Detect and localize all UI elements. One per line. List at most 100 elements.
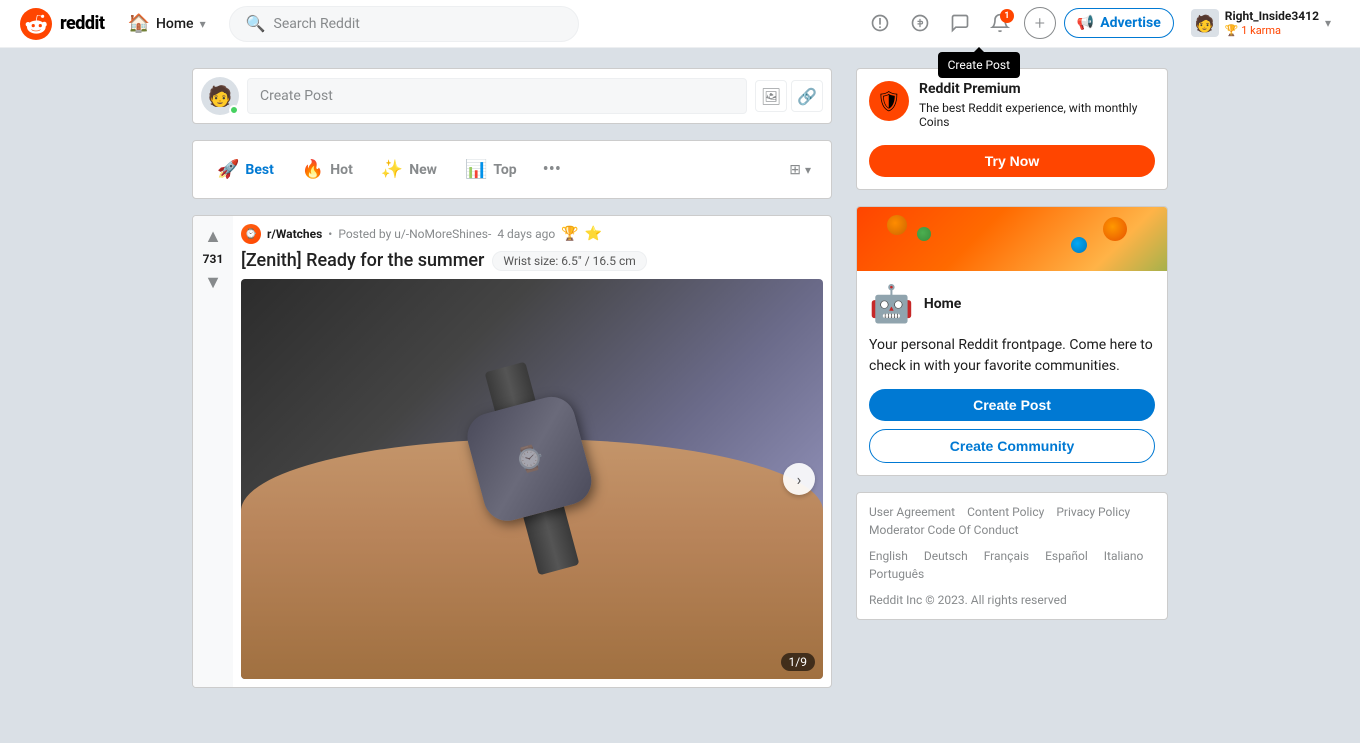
username: Right_Inside3412 [1225, 9, 1319, 25]
sort-more-button[interactable]: ••• [533, 151, 571, 188]
create-post-box: 🧑 Create Post 🖼 🔗 [192, 68, 832, 124]
post-media-icons: 🖼 🔗 [755, 80, 823, 112]
premium-card: 🛡 Reddit Premium The best Reddit experie… [856, 68, 1168, 190]
create-plus-button[interactable]: + [1024, 7, 1056, 39]
sidebar-create-post-button[interactable]: Create Post [869, 389, 1155, 421]
home-nav[interactable]: 🏠 Home ▾ [117, 6, 217, 41]
award-1: 🏆 [561, 226, 578, 242]
search-icon: 🔍 [246, 14, 266, 33]
chat-icon[interactable] [944, 7, 976, 39]
post-body: ⌚ r/Watches • Posted by u/-NoMoreShines-… [233, 216, 831, 687]
tab-new-label: New [409, 162, 437, 178]
notification-badge: 1 [1000, 9, 1014, 23]
home-card: 🤖 Home Your personal Reddit frontpage. C… [856, 206, 1168, 476]
planet-3 [1103, 217, 1127, 241]
advertise-label: Advertise [1100, 15, 1161, 31]
create-post-placeholder: Create Post [260, 88, 333, 104]
image-upload-button[interactable]: 🖼 [755, 80, 787, 112]
header-icons: 1 + 📢 Advertise 🧑 Right_Inside3412 🏆 1 k… [864, 4, 1340, 44]
sidebar-create-community-button[interactable]: Create Community [869, 429, 1155, 463]
try-now-button[interactable]: Try Now [869, 145, 1155, 177]
subreddit-link[interactable]: r/Watches [267, 227, 322, 241]
lang-english[interactable]: English [869, 549, 908, 563]
home-card-banner [857, 207, 1167, 271]
post-card: ▲ 731 ▼ ⌚ r/Watches • Posted by u/-NoMor… [192, 215, 832, 688]
tab-hot[interactable]: 🔥 Hot [290, 151, 365, 188]
avatar: 🧑 [1191, 9, 1219, 37]
karma-count: 🏆 1 karma [1225, 24, 1319, 38]
tab-new[interactable]: ✨ New [369, 151, 449, 188]
advertise-button[interactable]: 📢 Advertise [1064, 8, 1174, 38]
header: reddit 🏠 Home ▾ 🔍 Search Reddit 1 + 📢 Ad… [0, 0, 1360, 48]
planet-1 [887, 215, 907, 235]
tab-hot-label: Hot [330, 162, 353, 178]
megaphone-icon: 📢 [1077, 15, 1094, 31]
new-icon: ✨ [381, 159, 403, 180]
tab-top-label: Top [493, 162, 516, 178]
premium-card-body: 🛡 Reddit Premium The best Reddit experie… [857, 69, 1167, 141]
watch-dial: ⌚ [474, 404, 584, 514]
lang-italiano[interactable]: Italiano [1104, 549, 1144, 563]
vote-column: ▲ 731 ▼ [193, 216, 233, 687]
watch-band-bottom [523, 507, 579, 576]
downvote-button[interactable]: ▼ [201, 270, 225, 294]
logo-text: reddit [60, 13, 105, 34]
premium-title: Reddit Premium [919, 81, 1155, 97]
moderator-code-link[interactable]: Moderator Code Of Conduct [869, 523, 1019, 537]
posted-by: Posted by u/-NoMoreShines- [338, 227, 491, 241]
post-flair[interactable]: Wrist size: 6.5" / 16.5 cm [492, 251, 646, 271]
privacy-policy-link[interactable]: Privacy Policy [1056, 505, 1130, 519]
create-post-tooltip: Create Post [938, 52, 1020, 78]
hot-icon: 🔥 [302, 159, 324, 180]
sidebar: 🛡 Reddit Premium The best Reddit experie… [856, 68, 1168, 688]
post-separator: • [328, 227, 332, 241]
vote-count: 731 [203, 252, 224, 266]
online-indicator [229, 105, 239, 115]
user-info: Right_Inside3412 🏆 1 karma [1225, 9, 1319, 39]
footer-links: User Agreement Content Policy Privacy Po… [869, 505, 1155, 537]
view-icon: ⊞ [789, 162, 801, 178]
home-description: Your personal Reddit frontpage. Come her… [869, 335, 1155, 377]
post-title[interactable]: [Zenith] Ready for the summer [241, 250, 484, 271]
footer-languages: English Deutsch Français Español Italian… [869, 549, 1155, 581]
tab-best[interactable]: 🚀 Best [205, 151, 286, 188]
notifications-icon[interactable]: 1 [984, 7, 1016, 39]
home-card-body: 🤖 Home Your personal Reddit frontpage. C… [857, 271, 1167, 475]
tab-best-label: Best [245, 162, 273, 178]
lang-portugues[interactable]: Português [869, 567, 924, 581]
home-title: Home [924, 296, 961, 312]
create-post-input[interactable]: Create Post [247, 78, 747, 114]
user-agreement-link[interactable]: User Agreement [869, 505, 955, 519]
home-mascot: 🤖 Home [869, 283, 1155, 325]
post-time: 4 days ago [497, 227, 555, 241]
premium-text: Reddit Premium The best Reddit experienc… [919, 81, 1155, 129]
image-counter: 1/9 [781, 653, 815, 671]
planet-2 [917, 227, 931, 241]
best-icon: 🚀 [217, 159, 239, 180]
link-button[interactable]: 🔗 [791, 80, 823, 112]
post-title-row: [Zenith] Ready for the summer Wrist size… [241, 250, 823, 271]
tab-top[interactable]: 📊 Top [453, 151, 529, 188]
main-content: 🧑 Create Post 🖼 🔗 🚀 Best 🔥 Hot ✨ [80, 48, 1280, 708]
post-meta: ⌚ r/Watches • Posted by u/-NoMoreShines-… [241, 224, 823, 244]
snoo-mascot: 🤖 [869, 283, 914, 325]
lang-espanol[interactable]: Español [1045, 549, 1088, 563]
watch-scene: ⌚ [241, 279, 823, 679]
post-image-container: ⌚ 1/9 › [241, 279, 823, 679]
content-policy-link[interactable]: Content Policy [967, 505, 1044, 519]
coins-icon[interactable] [904, 7, 936, 39]
user-avatar-post: 🧑 [201, 77, 239, 115]
premium-description: The best Reddit experience, with monthly… [919, 101, 1155, 129]
top-icon: 📊 [465, 159, 487, 180]
post-image: ⌚ [241, 279, 823, 679]
popular-icon[interactable] [864, 7, 896, 39]
next-image-button[interactable]: › [783, 463, 815, 495]
view-toggle[interactable]: ⊞ ▾ [781, 156, 819, 184]
lang-francais[interactable]: Français [984, 549, 1029, 563]
search-bar[interactable]: 🔍 Search Reddit [229, 6, 579, 42]
reddit-logo[interactable]: reddit [20, 8, 105, 40]
user-menu[interactable]: 🧑 Right_Inside3412 🏆 1 karma ▾ [1182, 4, 1340, 44]
footer-card: User Agreement Content Policy Privacy Po… [856, 492, 1168, 620]
lang-deutsch[interactable]: Deutsch [924, 549, 968, 563]
upvote-button[interactable]: ▲ [201, 224, 225, 248]
